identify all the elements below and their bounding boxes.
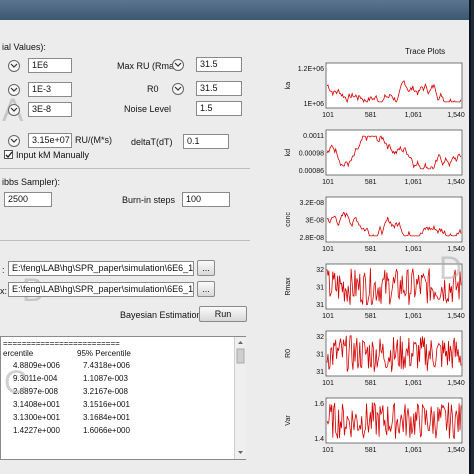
trace-xtick-label: 581 <box>365 447 377 454</box>
trace-xtick-label: 1,540 <box>447 447 465 454</box>
trace-ylabel: Rmax <box>285 277 292 296</box>
trace-xtick-label: 581 <box>365 380 377 387</box>
output-row-value: 3.1684e+001 <box>83 413 130 422</box>
trace-ytick-label: 32 <box>316 267 324 274</box>
trace-xtick-label: 101 <box>322 112 334 119</box>
trace-ytick-label: 1.2E+06 <box>298 66 324 73</box>
samples-field[interactable]: 2500 <box>4 192 52 207</box>
trace-ytick-label: 31 <box>316 302 324 309</box>
input-km-label: Input kM Manually <box>16 150 90 160</box>
trace-ylabel: conc <box>285 212 292 227</box>
trace-xtick-label: 581 <box>365 112 377 119</box>
trace-ytick-label: 31 <box>316 352 324 359</box>
path2-prefix: x: <box>0 286 8 296</box>
r0-spinner[interactable] <box>172 83 184 95</box>
divider-2 <box>0 240 250 241</box>
km-units: RU/(M*s) <box>75 135 112 145</box>
trace-ytick-label: 1.4 <box>314 436 324 443</box>
trace-ytick-label: 3.2E-08 <box>299 200 324 207</box>
conc-field[interactable]: 3E-8 <box>28 102 72 117</box>
gibbs-sampler-label: ibbs Sampler): <box>2 177 61 187</box>
burn-in-label: Burn-in steps <box>122 195 176 205</box>
output-header-right: 95% Percentile <box>77 349 131 358</box>
divider-1 <box>0 168 250 169</box>
output-row-value: 1.6066e+000 <box>83 426 130 435</box>
trace-ylabel: ka <box>285 82 292 90</box>
output-row-value: 1.1087e-003 <box>83 374 128 383</box>
output-scrollbar[interactable] <box>234 337 246 459</box>
path1-prefix: : <box>2 265 5 275</box>
trace-xtick-label: 1,540 <box>447 179 465 186</box>
trace-ytick-label: 32 <box>316 334 324 341</box>
trace-xtick-label: 1,061 <box>405 313 423 320</box>
trace-panel-frame <box>325 196 463 243</box>
output-path-field[interactable]: E:\feng\LAB\hg\SPR_paper\simulation\6E6_… <box>8 282 194 297</box>
bayesian-estimation-label: Bayesian Estimation: <box>120 310 205 320</box>
trace-ytick-label: 31 <box>316 369 324 376</box>
trace-ytick-label: 0.0011 <box>303 133 324 140</box>
output-row-value: 3.2167e-008 <box>83 387 128 396</box>
annotation-letter-c: C <box>4 364 28 400</box>
output-row-value: 1.4227e+000 <box>13 426 60 435</box>
ka-spinner[interactable] <box>8 60 20 72</box>
output-divider: ========================= <box>3 339 120 348</box>
trace-xtick-label: 1,540 <box>447 112 465 119</box>
run-button[interactable]: Run <box>199 306 247 322</box>
trace-xtick-label: 1,061 <box>405 380 423 387</box>
annotation-letter-d: D <box>439 250 463 286</box>
input-km-checkbox[interactable] <box>4 150 13 159</box>
trace-xtick-label: 101 <box>322 179 334 186</box>
trace-xtick-label: 581 <box>365 179 377 186</box>
trace-ytick-label: 0.00086 <box>299 168 324 175</box>
trace-xtick-label: 1,061 <box>405 179 423 186</box>
deltat-field[interactable]: 0.1 <box>183 134 229 149</box>
trace-ylabel: R0 <box>285 349 292 358</box>
initial-values-label: ial Values): <box>2 42 46 52</box>
trace-ytick-label: 1E+06 <box>304 101 325 108</box>
trace-ylabel: kd <box>285 149 292 157</box>
trace-xtick-label: 1,540 <box>447 380 465 387</box>
trace-xtick-label: 1,061 <box>405 112 423 119</box>
results-output[interactable]: ========================= ercentile 95% … <box>0 336 246 460</box>
trace-xtick-label: 581 <box>365 246 377 253</box>
trace-ylabel: Var <box>285 415 292 426</box>
r0-label: R0 <box>147 84 159 94</box>
trace-ytick-label: 0.00098 <box>299 151 324 158</box>
km-field[interactable]: 3.15e+07 <box>28 133 72 148</box>
trace-xtick-label: 101 <box>322 246 334 253</box>
trace-xtick-label: 101 <box>322 313 334 320</box>
trace-ytick-label: 3E-08 <box>305 218 324 225</box>
trace-xtick-label: 1,540 <box>447 313 465 320</box>
kd-field[interactable]: 1E-3 <box>28 82 72 97</box>
title-bar <box>0 0 469 20</box>
deltat-label: deltaT(dT) <box>131 137 173 147</box>
max-ru-field[interactable]: 31.5 <box>196 57 242 72</box>
output-row-value: 3.1408e+001 <box>13 400 60 409</box>
trace-ytick-label: 1.6 <box>314 401 324 408</box>
ka-field[interactable]: 1E6 <box>28 58 72 73</box>
output-row-value: 7.4318e+006 <box>83 361 130 370</box>
conc-spinner[interactable] <box>8 104 20 116</box>
output-row-value: 3.1300e+001 <box>13 413 60 422</box>
noise-level-field[interactable]: 1.5 <box>196 101 242 116</box>
trace-xtick-label: 101 <box>322 447 334 454</box>
output-row-value: 3.1516e+001 <box>83 400 130 409</box>
r0-field[interactable]: 31.5 <box>196 81 242 96</box>
browse-input-button[interactable]: ... <box>197 260 215 276</box>
trace-xtick-label: 1,061 <box>405 447 423 454</box>
trace-xtick-label: 581 <box>365 313 377 320</box>
app-window: ial Values): 1E6 1E-3 A 3E-8 Max RU (Rma… <box>0 0 471 474</box>
trace-xtick-label: 101 <box>322 380 334 387</box>
trace-ytick-label: 31 <box>316 285 324 292</box>
burn-in-field[interactable]: 100 <box>182 192 230 207</box>
trace-xtick-label: 1,061 <box>405 246 423 253</box>
max-ru-spinner[interactable] <box>172 59 184 71</box>
browse-output-button[interactable]: ... <box>197 281 215 297</box>
trace-ytick-label: 2.8E-08 <box>299 235 324 242</box>
km-spinner[interactable] <box>8 135 20 147</box>
trace-panel-frame <box>325 62 463 109</box>
noise-level-label: Noise Level <box>124 104 172 114</box>
output-header-left: ercentile <box>3 349 34 358</box>
